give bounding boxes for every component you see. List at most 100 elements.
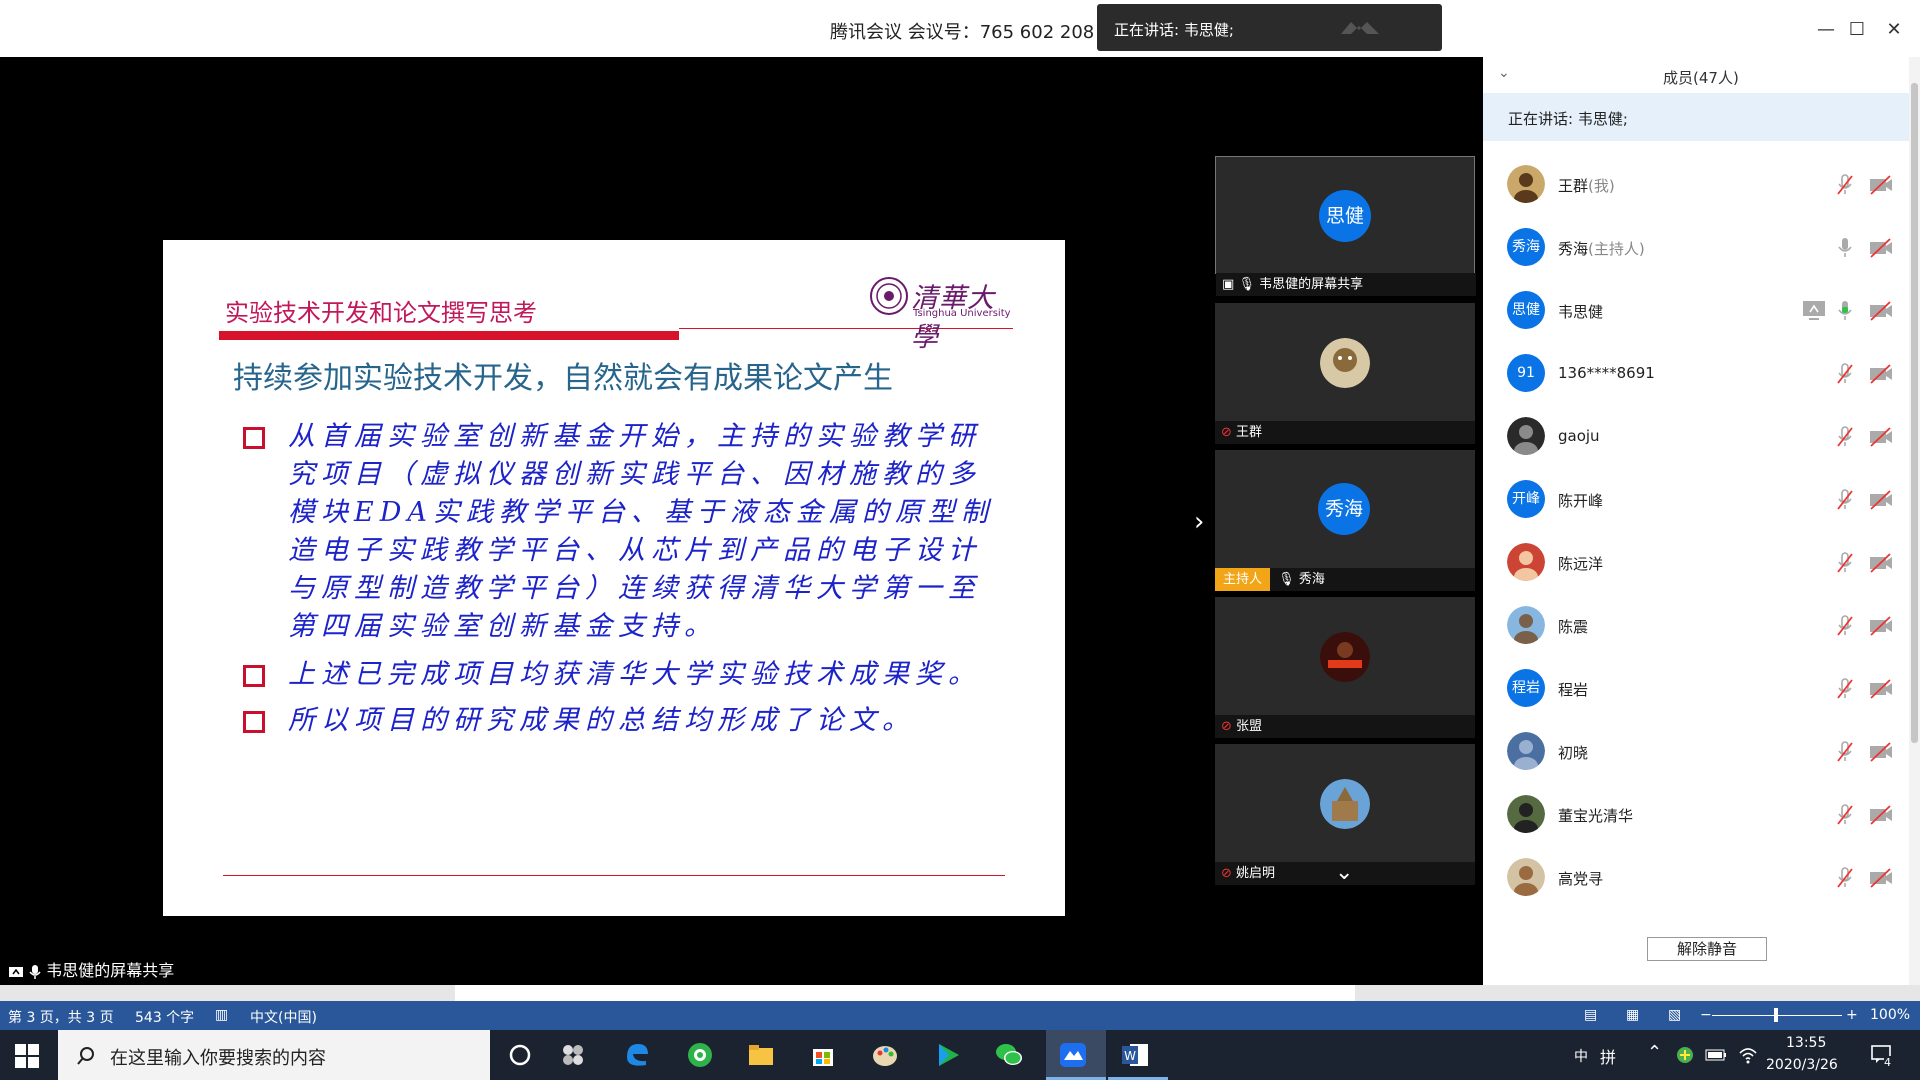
members-scrollbar[interactable]: [1909, 57, 1920, 985]
maximize-button[interactable]: ☐: [1845, 18, 1869, 42]
ime-mode[interactable]: 拼: [1600, 1044, 1616, 1068]
edge-browser-icon[interactable]: [622, 1040, 652, 1070]
tile-name: ▣ 🎙 韦思健的屏幕共享: [1216, 273, 1476, 296]
battery-icon[interactable]: [1705, 1049, 1727, 1061]
browser-360-icon[interactable]: [685, 1040, 715, 1070]
microphone-muted-icon[interactable]: [1835, 551, 1855, 575]
microphone-active-icon[interactable]: [1835, 299, 1855, 323]
multi-window-icon[interactable]: [558, 1040, 588, 1070]
avatar: [1507, 732, 1545, 770]
microphone-muted-icon[interactable]: [1835, 173, 1855, 197]
member-row[interactable]: 董宝光清华: [1483, 783, 1909, 846]
taskbar-search-box[interactable]: 在这里输入你要搜索的内容: [58, 1030, 490, 1080]
tencent-meeting-icon[interactable]: [1058, 1040, 1088, 1070]
paint-icon[interactable]: [870, 1040, 900, 1070]
member-row[interactable]: 秀海 秀海(主持人): [1483, 216, 1909, 279]
screen-share-icon: ▣: [1222, 277, 1235, 292]
proofing-icon[interactable]: ▥: [215, 1007, 228, 1023]
microphone-muted-icon[interactable]: [1835, 677, 1855, 701]
language-indicator[interactable]: 中文(中国): [250, 1007, 317, 1027]
camera-off-icon[interactable]: [1868, 364, 1894, 384]
print-layout-icon[interactable]: ▦: [1626, 1007, 1639, 1023]
zoom-in-button[interactable]: +: [1846, 1007, 1858, 1023]
slide-heading: 实验技术开发和论文撰写思考: [225, 299, 537, 327]
minimize-button[interactable]: —: [1814, 18, 1838, 42]
ime-language[interactable]: 中: [1574, 1046, 1588, 1066]
microphone-icon[interactable]: [1835, 236, 1855, 260]
clock-time[interactable]: 13:55: [1786, 1035, 1826, 1051]
member-row[interactable]: 陈远洋: [1483, 531, 1909, 594]
gallery-tile[interactable]: 秀海 主持人 🎙 秀海: [1215, 450, 1475, 591]
store-icon[interactable]: [808, 1040, 838, 1070]
camera-off-icon[interactable]: [1868, 175, 1894, 195]
read-mode-icon[interactable]: ▤: [1584, 1007, 1597, 1023]
logo-english-text: Tsinghua University: [913, 308, 1011, 319]
clock-date[interactable]: 2020/3/26: [1766, 1057, 1838, 1073]
gallery-tile[interactable]: ⊘ 王群: [1215, 303, 1475, 444]
svg-text:W: W: [1124, 1049, 1136, 1063]
member-row[interactable]: 思健 韦思健: [1483, 279, 1909, 342]
camera-off-icon[interactable]: [1868, 301, 1894, 321]
member-row[interactable]: 91 136****8691: [1483, 342, 1909, 405]
member-name: 王群(我): [1558, 175, 1615, 196]
camera-off-icon[interactable]: [1868, 679, 1894, 699]
task-view-icon[interactable]: [505, 1040, 535, 1070]
tray-app-icon[interactable]: [1676, 1046, 1694, 1064]
camera-off-icon[interactable]: [1868, 616, 1894, 636]
microphone-muted-icon[interactable]: [1835, 614, 1855, 638]
unmute-all-button[interactable]: 解除静音: [1647, 937, 1767, 961]
member-row[interactable]: 高党寻: [1483, 846, 1909, 909]
microphone-muted-icon[interactable]: [1835, 866, 1855, 890]
camera-off-icon[interactable]: [1868, 805, 1894, 825]
member-row[interactable]: 陈震: [1483, 594, 1909, 657]
camera-off-icon[interactable]: [1868, 553, 1894, 573]
microphone-muted-icon[interactable]: [1835, 488, 1855, 512]
member-name: 韦思健: [1558, 301, 1603, 322]
zoom-slider-thumb[interactable]: [1774, 1008, 1778, 1022]
zoom-out-button[interactable]: −: [1700, 1007, 1712, 1023]
bullet-checkbox-icon: [243, 711, 265, 733]
word-count[interactable]: 543 个字: [135, 1007, 194, 1027]
camera-off-icon[interactable]: [1868, 427, 1894, 447]
member-name-text: 秀海: [1558, 240, 1589, 258]
file-explorer-icon[interactable]: [746, 1040, 776, 1070]
wifi-icon[interactable]: [1738, 1045, 1758, 1065]
screen-share-icon[interactable]: [1801, 299, 1827, 321]
camera-off-icon[interactable]: [1868, 238, 1894, 258]
microphone-muted-icon: ⊘: [1221, 719, 1232, 734]
word-icon[interactable]: W: [1120, 1040, 1150, 1070]
member-row[interactable]: 王群(我): [1483, 153, 1909, 216]
gallery-tile[interactable]: ⊘ 张盟: [1215, 597, 1475, 738]
camera-off-icon[interactable]: [1868, 490, 1894, 510]
tray-expand-icon[interactable]: ⌃: [1647, 1042, 1662, 1063]
tile-name-text: 张盟: [1236, 719, 1263, 734]
gallery-tile[interactable]: 思健 ▣ 🎙 韦思健的屏幕共享: [1215, 156, 1476, 296]
web-layout-icon[interactable]: ▧: [1668, 1007, 1681, 1023]
bullet-checkbox-icon: [243, 665, 265, 687]
member-row[interactable]: 初晓: [1483, 720, 1909, 783]
member-name: gaoju: [1558, 427, 1600, 445]
page-indicator[interactable]: 第 3 页，共 3 页: [8, 1007, 114, 1027]
microphone-muted-icon[interactable]: [1835, 425, 1855, 449]
microphone-muted-icon[interactable]: [1835, 803, 1855, 827]
media-player-icon[interactable]: [932, 1040, 962, 1070]
member-name-text: 程岩: [1558, 681, 1589, 699]
zoom-level[interactable]: 100%: [1870, 1007, 1910, 1023]
microphone-muted-icon[interactable]: [1835, 362, 1855, 386]
slide-accent-bar: [219, 331, 679, 340]
camera-off-icon[interactable]: [1868, 742, 1894, 762]
member-row[interactable]: gaoju: [1483, 405, 1909, 468]
next-page-arrow[interactable]: ›: [1194, 507, 1204, 537]
wechat-icon[interactable]: [994, 1040, 1024, 1070]
scrollbar-thumb[interactable]: [1911, 83, 1918, 743]
microphone-muted-icon[interactable]: [1835, 740, 1855, 764]
gallery-scroll-down-icon[interactable]: ⌄: [1335, 860, 1353, 885]
close-button[interactable]: ✕: [1882, 18, 1906, 42]
gallery-tile[interactable]: ⊘ 姚启明 ⌄: [1215, 744, 1475, 885]
windows-start-icon[interactable]: [14, 1043, 40, 1069]
collapse-panel-icon[interactable]: ⌄: [1498, 65, 1510, 81]
camera-off-icon[interactable]: [1868, 868, 1894, 888]
member-row[interactable]: 开峰 陈开峰: [1483, 468, 1909, 531]
member-row[interactable]: 程岩 程岩: [1483, 657, 1909, 720]
slide-divider-bottom: [223, 875, 1005, 876]
